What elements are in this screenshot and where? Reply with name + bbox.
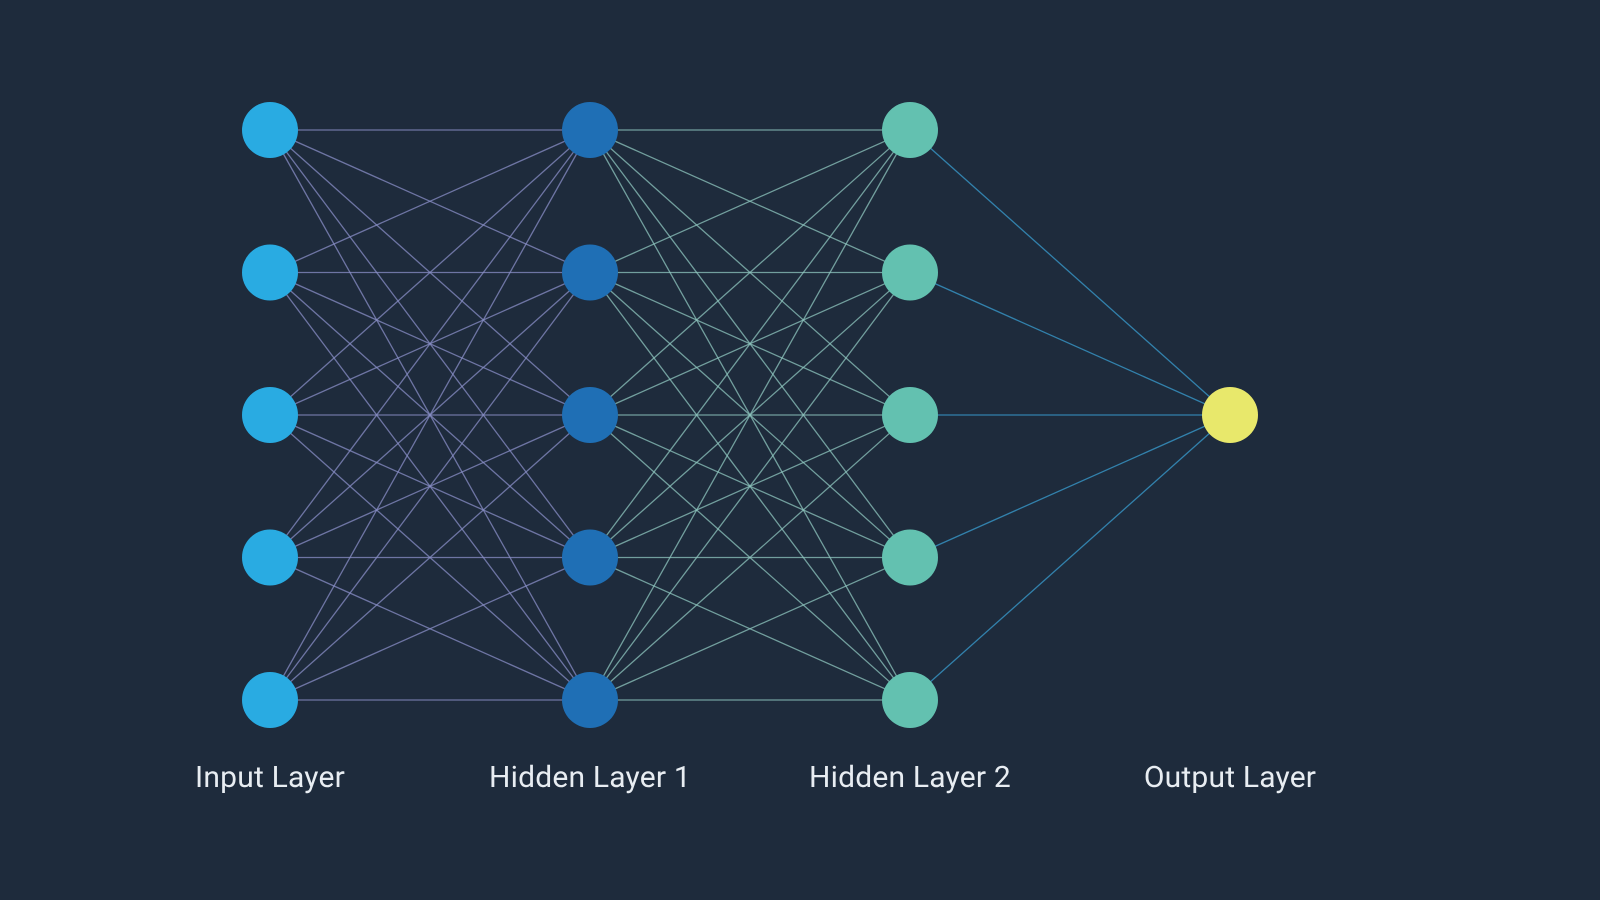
- edge-hidden2-to-output: [910, 130, 1230, 415]
- node-hidden1-3: [562, 530, 618, 586]
- node-hidden1-4: [562, 672, 618, 728]
- node-hidden2-4: [882, 672, 938, 728]
- node-input-1: [242, 245, 298, 301]
- node-hidden2-2: [882, 387, 938, 443]
- neural-network-diagram: Input Layer Hidden Layer 1 Hidden Layer 2 O…: [0, 0, 1600, 900]
- node-hidden2-1: [882, 245, 938, 301]
- edge-hidden2-to-output: [910, 415, 1230, 558]
- node-input-2: [242, 387, 298, 443]
- node-hidden1-0: [562, 102, 618, 158]
- edge-hidden2-to-output: [910, 415, 1230, 700]
- node-output-0: [1202, 387, 1258, 443]
- layer-label-hidden1: Hidden Layer 1: [489, 760, 691, 795]
- layer-label-hidden2: Hidden Layer 2: [809, 760, 1011, 795]
- node-hidden1-1: [562, 245, 618, 301]
- node-hidden2-3: [882, 530, 938, 586]
- node-hidden2-0: [882, 102, 938, 158]
- node-input-3: [242, 530, 298, 586]
- node-input-4: [242, 672, 298, 728]
- node-input-0: [242, 102, 298, 158]
- node-hidden1-2: [562, 387, 618, 443]
- layer-label-output: Output Layer: [1144, 760, 1316, 795]
- edge-hidden2-to-output: [910, 273, 1230, 416]
- layer-label-input: Input Layer: [195, 760, 345, 795]
